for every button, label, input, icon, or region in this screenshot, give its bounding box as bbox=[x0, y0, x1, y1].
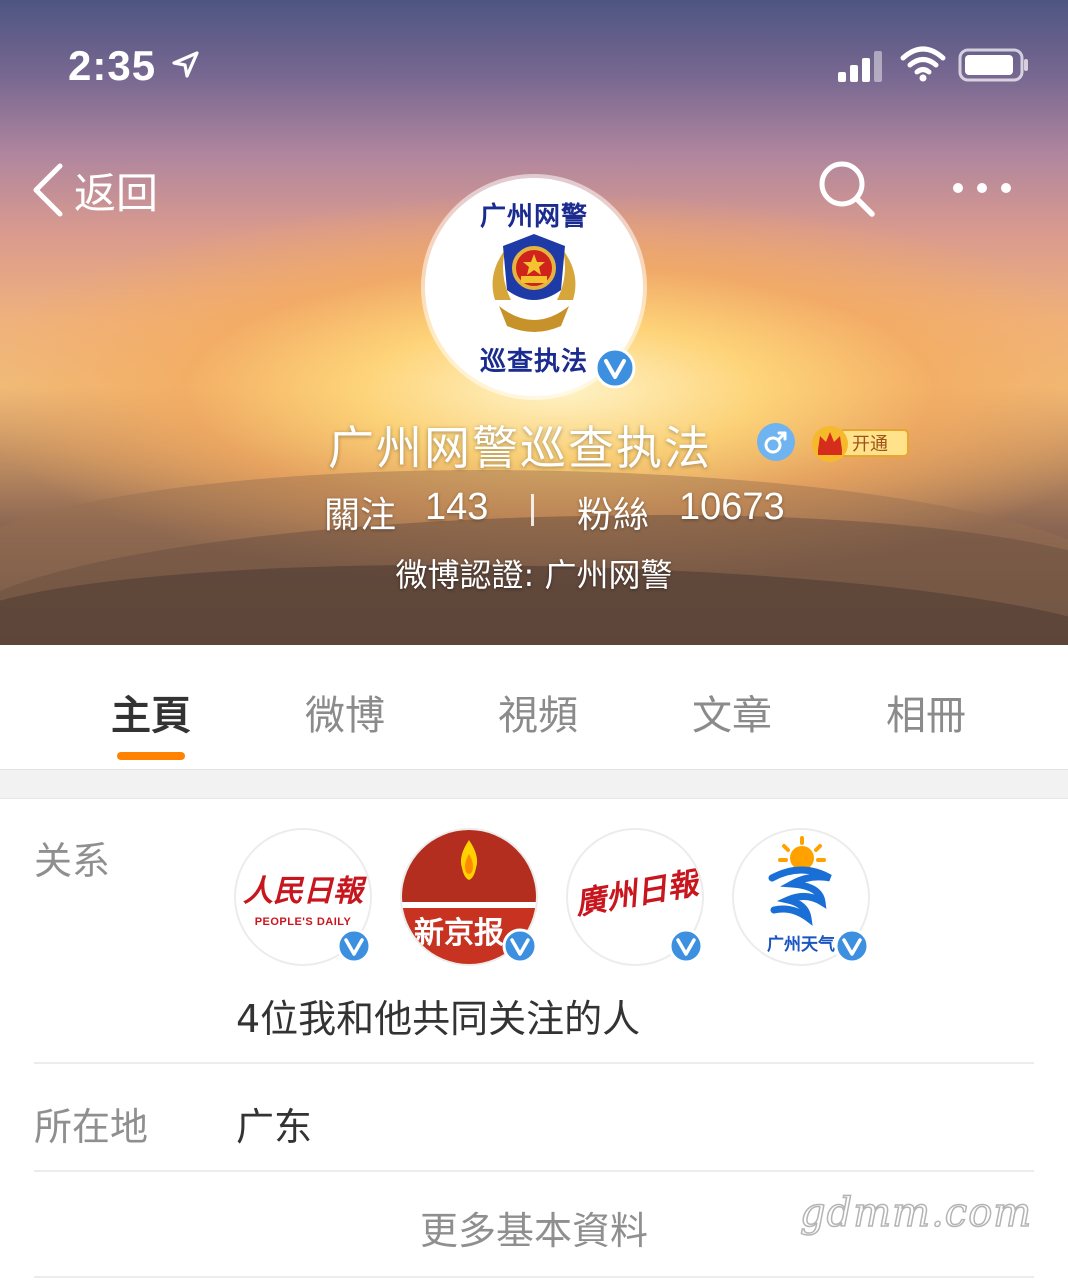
flame-icon bbox=[460, 840, 478, 880]
following-count[interactable]: 143 bbox=[425, 486, 488, 529]
wifi-icon bbox=[900, 46, 946, 82]
status-time: 2:35 bbox=[68, 42, 157, 89]
verified-badge-icon bbox=[668, 928, 704, 964]
police-emblem-icon bbox=[492, 234, 576, 332]
profile-tabs: 主頁 微博 視頻 文章 相冊 bbox=[0, 645, 1068, 769]
active-tab-indicator bbox=[117, 752, 185, 760]
tab-videos[interactable]: 視頻 bbox=[458, 683, 618, 741]
male-gender-icon bbox=[757, 423, 795, 461]
verification-text: 微博認證: 广州网警 bbox=[395, 556, 673, 594]
common-follow-text[interactable]: 4位我和他共同关注的人 bbox=[236, 988, 640, 1043]
profile-name-row: 广州网警巡查执法 开通 bbox=[0, 412, 1068, 475]
profile-stats: 關注 143 粉絲 10673 bbox=[0, 486, 1068, 536]
stats-divider bbox=[531, 494, 534, 526]
location-arrow-icon bbox=[172, 51, 199, 78]
section-gap bbox=[0, 769, 1068, 799]
location-value: 广东 bbox=[236, 1105, 313, 1149]
tab-articles[interactable]: 文章 bbox=[652, 683, 812, 741]
back-button[interactable]: 返回 bbox=[30, 160, 158, 220]
vip-open-label: 开通 bbox=[852, 434, 888, 455]
verified-badge-icon bbox=[594, 347, 636, 389]
profile-name: 广州网警巡查执法 bbox=[328, 421, 712, 475]
logo-title: 廣州日報 bbox=[572, 865, 701, 923]
weather-sun-cloud-icon bbox=[768, 836, 832, 926]
search-icon[interactable] bbox=[816, 158, 878, 220]
divider bbox=[34, 1276, 1034, 1278]
location-label: 所在地 bbox=[34, 1105, 149, 1149]
verified-badge-icon bbox=[336, 928, 372, 964]
back-chevron-icon bbox=[33, 163, 63, 217]
divider bbox=[34, 1170, 1034, 1172]
back-label: 返回 bbox=[74, 168, 159, 218]
relation-label: 关系 bbox=[34, 839, 111, 883]
status-bar: 2:35 bbox=[0, 0, 1068, 120]
divider bbox=[34, 1062, 1034, 1064]
logo-title: 人民日報 bbox=[243, 874, 363, 909]
followers-count[interactable]: 10673 bbox=[679, 486, 785, 529]
tab-albums[interactable]: 相冊 bbox=[846, 683, 1006, 741]
verified-badge-icon bbox=[834, 928, 870, 964]
battery-icon bbox=[958, 48, 1028, 82]
avatar-top-text: 广州网警 bbox=[479, 202, 588, 232]
more-dots-icon[interactable] bbox=[946, 170, 1018, 206]
watermark: gdmm.com bbox=[799, 1189, 1033, 1237]
logo-subtitle: PEOPLE'S DAILY bbox=[254, 916, 352, 928]
followers-label[interactable]: 粉絲 bbox=[577, 486, 649, 538]
verified-badge-icon bbox=[502, 928, 538, 964]
cellular-signal-icon bbox=[838, 51, 882, 82]
following-label[interactable]: 關注 bbox=[324, 486, 396, 538]
tab-weibo[interactable]: 微博 bbox=[265, 683, 425, 741]
tab-home[interactable]: 主頁 bbox=[71, 683, 231, 741]
